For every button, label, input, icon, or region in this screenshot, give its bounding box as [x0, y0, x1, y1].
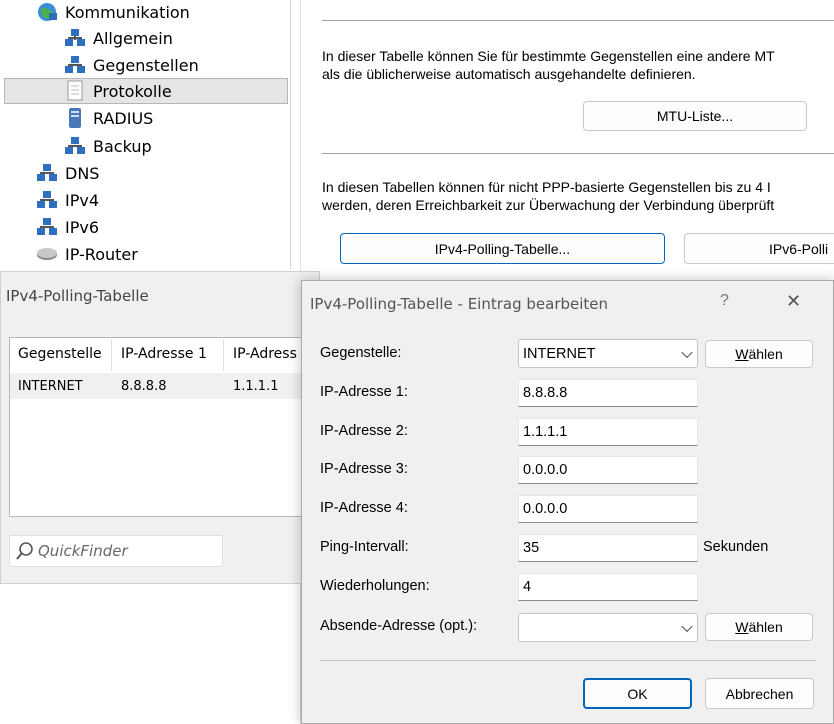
background-area: [0, 584, 301, 724]
ip2-input[interactable]: 1.1.1.1: [518, 418, 698, 446]
network-icon: [36, 162, 58, 184]
divider: [322, 153, 834, 154]
gegenstelle-label: Gegenstelle:: [320, 345, 402, 361]
ip2-label: IP-Adresse 2:: [320, 423, 408, 439]
gegenstelle-value: INTERNET: [523, 345, 596, 362]
network-icon: [64, 54, 86, 76]
ip4-input[interactable]: 0.0.0.0: [518, 495, 698, 523]
mnemonic: W: [735, 346, 749, 362]
ok-button[interactable]: OK: [583, 678, 692, 709]
divider: [322, 20, 834, 21]
quickfinder-input[interactable]: QuickFinder: [9, 535, 223, 567]
tree-item-ip-router[interactable]: IP-Router: [36, 241, 138, 267]
tree-item-radius[interactable]: RADIUS: [64, 105, 153, 131]
column-header-gegenstelle[interactable]: Gegenstelle: [18, 346, 102, 366]
tree-item-allgemein[interactable]: Allgemein: [64, 25, 173, 51]
cancel-button[interactable]: Abbrechen: [705, 678, 814, 709]
cell-ip1: 8.8.8.8: [121, 379, 167, 394]
column-header-ip2[interactable]: IP-Adress: [233, 346, 297, 366]
mtu-list-button[interactable]: MTU-Liste...: [583, 101, 807, 131]
network-icon: [64, 135, 86, 157]
mnemonic: W: [735, 619, 749, 635]
server-icon: [64, 107, 86, 129]
tree-item-label: IPv6: [65, 217, 100, 237]
button-label: ählen: [748, 619, 783, 635]
mtu-description-line1: In dieser Tabelle können Sie für bestimm…: [322, 48, 775, 64]
tree-item-label: DNS: [65, 163, 100, 183]
choose-source-address-button[interactable]: Wählen: [705, 613, 813, 641]
tree-item-ipv4[interactable]: IPv4: [36, 187, 99, 213]
tree-item-label: Gegenstellen: [93, 55, 199, 75]
tree-item-label: IPv4: [65, 190, 100, 210]
polling-description-line1: In diesen Tabellen können für nicht PPP-…: [322, 179, 771, 195]
navigation-tree: Kommunikation Allgemein Gegenstellen Pro…: [0, 0, 291, 270]
network-icon: [36, 216, 58, 238]
tree-item-label: IP-Router: [65, 244, 138, 264]
network-globe-icon: [36, 1, 58, 23]
column-separator: [111, 339, 112, 371]
ip4-label: IP-Adresse 4:: [320, 500, 408, 516]
help-button[interactable]: ?: [720, 292, 729, 310]
ping-interval-label: Ping-Intervall:: [320, 539, 409, 555]
button-label: ählen: [748, 346, 783, 362]
ip1-input[interactable]: 8.8.8.8: [518, 379, 698, 407]
polling-description-line2: werden, deren Erreichbarkeit zur Überwac…: [322, 197, 775, 213]
search-icon: [14, 540, 36, 562]
divider: [320, 660, 816, 661]
retries-label: Wiederholungen:: [320, 578, 430, 594]
config-panel: [300, 0, 834, 272]
mtu-description-line2: als die üblicherweise automatisch ausgeh…: [322, 66, 696, 82]
document-icon: [64, 80, 86, 102]
ipv6-polling-table-button[interactable]: IPv6-Polli: [684, 233, 834, 264]
source-address-label: Absende-Adresse (opt.):: [320, 618, 478, 634]
retries-input[interactable]: 4: [518, 573, 698, 601]
network-icon: [64, 27, 86, 49]
quickfinder-placeholder: QuickFinder: [38, 542, 128, 560]
tree-item-label: Allgemein: [93, 28, 173, 48]
ip3-input[interactable]: 0.0.0.0: [518, 456, 698, 484]
dialog-title: IPv4-Polling-Tabelle - Eintrag bearbeite…: [310, 295, 609, 313]
gegenstelle-select[interactable]: INTERNET: [518, 339, 698, 368]
chevron-down-icon: [681, 346, 693, 358]
close-button[interactable]: ✕: [786, 291, 801, 312]
ping-interval-input[interactable]: 35: [518, 534, 698, 562]
tree-item-ipv6[interactable]: IPv6: [36, 214, 99, 240]
tree-item-protokolle[interactable]: Protokolle: [4, 78, 288, 104]
tree-item-backup[interactable]: Backup: [64, 133, 152, 159]
cell-gegenstelle: INTERNET: [18, 379, 83, 394]
ip1-label: IP-Adresse 1:: [320, 384, 408, 400]
tree-item-label: Backup: [93, 136, 152, 156]
router-icon: [36, 243, 58, 265]
source-address-select[interactable]: [518, 613, 698, 642]
tree-item-label: RADIUS: [93, 108, 154, 128]
chevron-down-icon: [681, 620, 693, 632]
cell-ip2: 1.1.1.1: [233, 379, 279, 394]
ping-interval-unit: Sekunden: [703, 539, 769, 555]
window-title: IPv4-Polling-Tabelle: [6, 287, 149, 305]
tree-item-gegenstellen[interactable]: Gegenstellen: [64, 52, 199, 78]
tree-item-label: Protokolle: [93, 81, 172, 101]
tree-item-kommunikation[interactable]: Kommunikation: [36, 0, 190, 25]
column-header-ip1[interactable]: IP-Adresse 1: [121, 346, 207, 366]
ip3-label: IP-Adresse 3:: [320, 461, 408, 477]
choose-gegenstelle-button[interactable]: Wählen: [705, 340, 813, 368]
column-separator: [223, 339, 224, 371]
ipv4-polling-table-button[interactable]: IPv4-Polling-Tabelle...: [340, 233, 665, 264]
tree-item-label: Kommunikation: [65, 2, 190, 22]
tree-item-dns[interactable]: DNS: [36, 160, 99, 186]
network-icon: [36, 189, 58, 211]
